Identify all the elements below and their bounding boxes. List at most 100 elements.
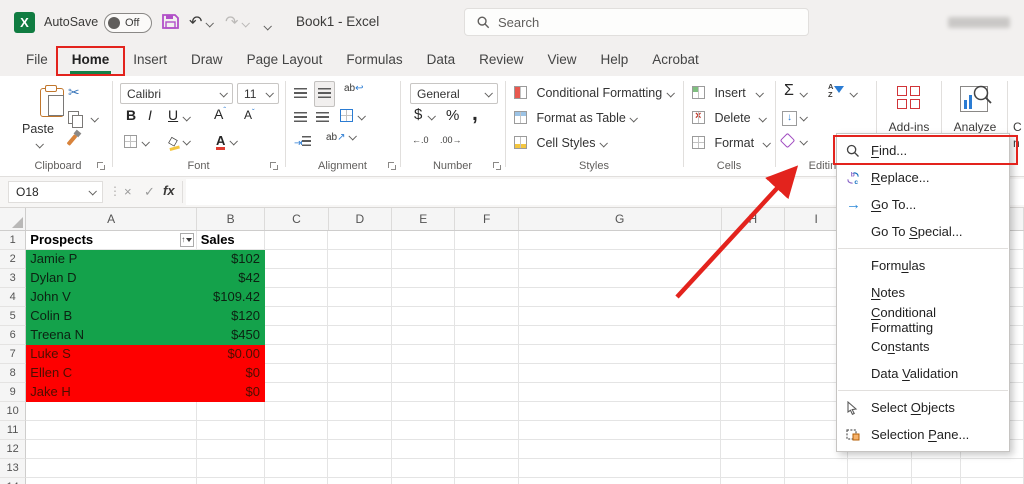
tab-view[interactable]: View xyxy=(535,44,588,76)
cell-F13[interactable] xyxy=(455,459,519,478)
cell-F14[interactable] xyxy=(455,478,519,484)
cell-E8[interactable] xyxy=(391,364,456,383)
cell-B10[interactable] xyxy=(196,402,265,421)
cell-E2[interactable] xyxy=(391,250,456,269)
cell-J13[interactable] xyxy=(848,459,912,478)
cell-H1[interactable] xyxy=(721,231,785,250)
menu-item-data-validation[interactable]: Data Validation xyxy=(837,360,1009,387)
cell-C3[interactable] xyxy=(265,269,329,288)
row-header-11[interactable]: 11 xyxy=(0,421,27,440)
cell-F8[interactable] xyxy=(455,364,519,383)
undo-chevron-icon[interactable] xyxy=(205,19,214,28)
row-header-7[interactable]: 7 xyxy=(0,345,27,364)
cut-icon[interactable]: ✂ xyxy=(68,84,80,101)
cell-G10[interactable] xyxy=(518,402,722,421)
cell-A7[interactable]: Luke S xyxy=(26,345,197,364)
font-size-select[interactable]: 11 xyxy=(237,83,279,104)
column-header-C[interactable]: C xyxy=(265,208,329,230)
cell-C9[interactable] xyxy=(265,383,329,402)
save-icon[interactable] xyxy=(162,13,179,30)
indent-icon[interactable]: ⇥ xyxy=(294,133,312,151)
row-header-12[interactable]: 12 xyxy=(0,440,27,459)
menu-item-replace[interactable]: b c Replace... xyxy=(837,164,1009,191)
cell-B4[interactable]: $109.42 xyxy=(196,288,265,307)
cell-F4[interactable] xyxy=(455,288,519,307)
menu-item-find[interactable]: Find... xyxy=(833,135,1018,165)
name-box[interactable]: O18 xyxy=(8,181,103,203)
cell-C12[interactable] xyxy=(265,440,329,459)
conditional-formatting-button[interactable]: Conditional Formatting xyxy=(514,84,675,102)
cell-L13[interactable] xyxy=(960,459,1024,478)
column-header-D[interactable]: D xyxy=(329,208,393,230)
currency-button[interactable]: $ xyxy=(414,106,422,123)
cell-A10[interactable] xyxy=(26,402,197,421)
cell-G14[interactable] xyxy=(519,478,722,484)
row-header-3[interactable]: 3 xyxy=(0,269,27,288)
menu-item-notes[interactable]: Notes xyxy=(837,279,1009,306)
redo-chevron-icon[interactable] xyxy=(241,19,250,28)
cell-A8[interactable]: Ellen C xyxy=(26,364,197,383)
orientation-icon[interactable]: ab↗ xyxy=(326,132,357,143)
cell-G12[interactable] xyxy=(518,440,722,459)
wrap-text-icon[interactable]: ab↩ xyxy=(344,83,364,94)
clipped-ribbon-button-2[interactable]: n xyxy=(1013,136,1020,150)
clear-icon[interactable] xyxy=(779,132,796,151)
cell-C1[interactable] xyxy=(265,231,329,250)
tab-formulas[interactable]: Formulas xyxy=(334,44,414,76)
cell-H12[interactable] xyxy=(721,440,785,459)
cell-A6[interactable]: Treena N xyxy=(26,326,197,345)
sort-filter-chevron-icon[interactable] xyxy=(849,89,858,98)
format-as-table-button[interactable]: Format as Table xyxy=(514,109,639,127)
filter-sort-button[interactable]: ↑ xyxy=(179,233,194,247)
cell-D13[interactable] xyxy=(328,459,392,478)
cell-D4[interactable] xyxy=(328,288,392,307)
cell-C10[interactable] xyxy=(265,402,329,421)
undo-icon[interactable]: ↶ xyxy=(189,12,202,32)
cell-A3[interactable]: Dylan D xyxy=(26,269,197,288)
currency-chevron-icon[interactable] xyxy=(427,112,436,121)
copy-chevron-icon[interactable] xyxy=(90,114,100,123)
cell-G1[interactable] xyxy=(518,231,722,250)
cell-D2[interactable] xyxy=(328,250,392,269)
cell-F6[interactable] xyxy=(455,326,519,345)
format-cells-button[interactable]: Format xyxy=(692,134,771,152)
cell-H5[interactable] xyxy=(721,307,785,326)
cell-D12[interactable] xyxy=(328,440,392,459)
cell-A11[interactable] xyxy=(26,421,197,440)
menu-item-go-to[interactable]: → Go To... xyxy=(837,191,1009,218)
column-header-H[interactable]: H xyxy=(722,208,786,230)
cell-F11[interactable] xyxy=(455,421,519,440)
italic-button[interactable]: I xyxy=(148,107,152,123)
row-header-14[interactable]: 14 xyxy=(0,478,27,484)
cell-H10[interactable] xyxy=(721,402,785,421)
cell-C2[interactable] xyxy=(265,250,329,269)
menu-item-formulas[interactable]: Formulas xyxy=(837,252,1009,279)
cell-E3[interactable] xyxy=(391,269,456,288)
tab-draw[interactable]: Draw xyxy=(179,44,235,76)
cell-E5[interactable] xyxy=(391,307,456,326)
row-header-2[interactable]: 2 xyxy=(0,250,27,269)
redo-icon[interactable]: ↷ xyxy=(225,12,238,32)
cell-E11[interactable] xyxy=(391,421,456,440)
cell-H6[interactable] xyxy=(721,326,785,345)
row-header-6[interactable]: 6 xyxy=(0,326,27,345)
cell-A4[interactable]: John V xyxy=(26,288,197,307)
cell-B1[interactable]: Sales xyxy=(196,231,265,250)
autosum-chevron-icon[interactable] xyxy=(799,89,808,98)
excel-app-icon[interactable]: X xyxy=(14,12,35,33)
menu-item-selection-pane[interactable]: Selection Pane... xyxy=(837,421,1009,448)
cell-F12[interactable] xyxy=(455,440,519,459)
cell-C5[interactable] xyxy=(265,307,329,326)
cell-F10[interactable] xyxy=(455,402,519,421)
cell-A2[interactable]: Jamie P xyxy=(26,250,197,269)
cell-B3[interactable]: $42 xyxy=(196,269,265,288)
cell-styles-button[interactable]: Cell Styles xyxy=(514,134,608,152)
cell-F5[interactable] xyxy=(455,307,519,326)
cell-G11[interactable] xyxy=(518,421,722,440)
column-header-F[interactable]: F xyxy=(455,208,519,230)
cell-F3[interactable] xyxy=(455,269,519,288)
tab-insert[interactable]: Insert xyxy=(121,44,179,76)
tab-review[interactable]: Review xyxy=(467,44,535,76)
middle-align-icon[interactable] xyxy=(314,81,335,107)
cell-A1[interactable]: Prospects ↑ xyxy=(26,231,197,250)
